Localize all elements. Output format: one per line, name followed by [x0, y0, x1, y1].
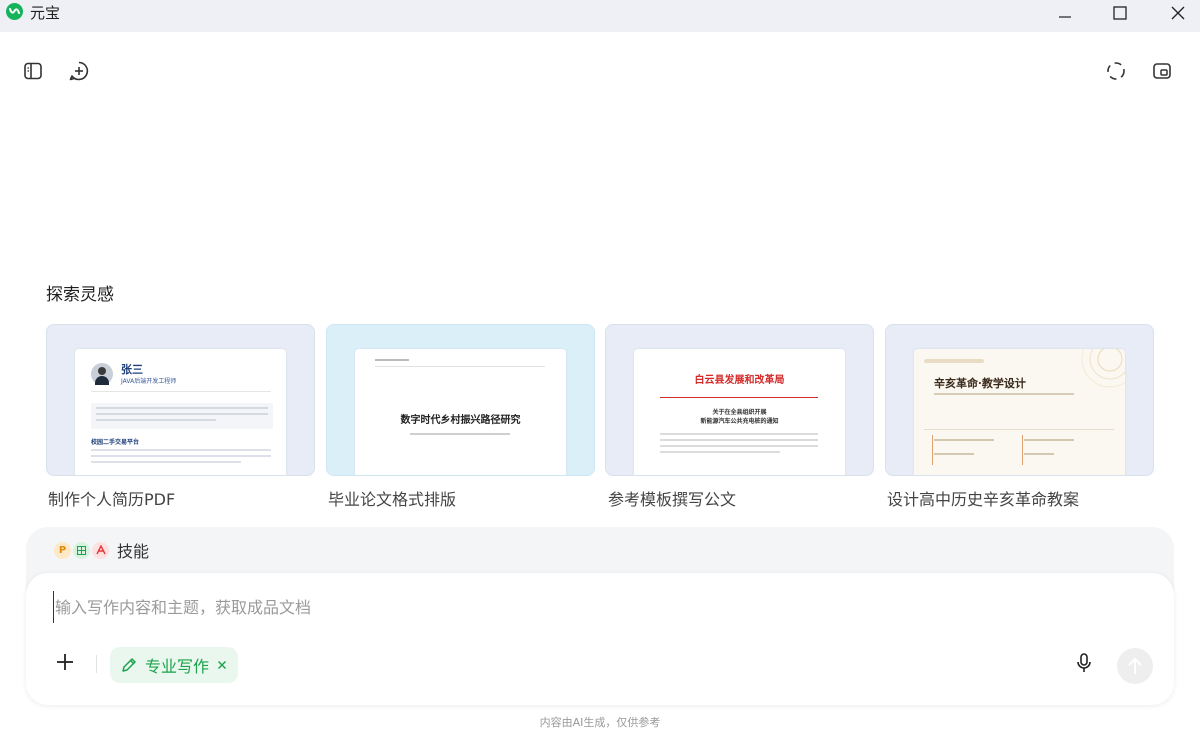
maximize-button[interactable] [1097, 0, 1143, 26]
card-resume[interactable]: 张三 JAVA后端开发工程师 校园二手交易平台 [46, 324, 315, 476]
sidebar-toggle-button[interactable] [19, 57, 47, 85]
new-chat-button[interactable] [65, 57, 93, 85]
skills-row[interactable]: P 技能 [54, 537, 149, 563]
thesis-preview: 数字时代乡村振兴路径研究 [355, 349, 566, 475]
card-lesson-plan[interactable]: 辛亥革命·教学设计 [885, 324, 1154, 476]
picture-in-picture-button[interactable] [1148, 57, 1176, 85]
close-button[interactable] [1155, 0, 1200, 26]
maximize-icon [1113, 6, 1127, 20]
sheet-skill-icon [73, 541, 90, 559]
card-official-doc[interactable]: 白云县发展和改革局 关于在全县组织开展 新能源汽车公共充电桩的通知 [605, 324, 874, 476]
divider [96, 655, 97, 673]
minimize-button[interactable] [1042, 0, 1088, 26]
card-lesson-plan-label[interactable]: 设计高中历史辛亥革命教案 [887, 486, 1079, 510]
close-icon [1171, 6, 1185, 20]
card-thesis-label[interactable]: 毕业论文格式排版 [328, 486, 456, 510]
card-official-doc-label[interactable]: 参考模板撰写公文 [608, 486, 736, 510]
chip-close-icon[interactable] [217, 660, 227, 670]
decorative-circles-icon [1081, 349, 1125, 388]
card-thesis[interactable]: 数字时代乡村振兴路径研究 [326, 324, 595, 476]
arrow-up-icon [1128, 658, 1142, 674]
official-doc-subject-1: 关于在全县组织开展 [712, 409, 767, 416]
screenshot-button[interactable] [1102, 57, 1130, 85]
resume-preview: 张三 JAVA后端开发工程师 校园二手交易平台 [75, 349, 286, 475]
picture-in-picture-icon [1153, 63, 1171, 79]
resume-role: JAVA后端开发工程师 [121, 378, 177, 385]
minimize-icon [1059, 16, 1071, 18]
skills-label: 技能 [117, 542, 150, 561]
thesis-title: 数字时代乡村振兴路径研究 [400, 415, 521, 426]
official-doc-subject-2: 新能源汽车公共充电桩的通知 [700, 418, 779, 425]
prompt-input[interactable] [53, 591, 1057, 623]
ai-disclaimer: 内容由AI生成，仅供参考 [539, 716, 661, 729]
pen-icon [122, 658, 136, 672]
add-attachment-button[interactable] [52, 649, 78, 675]
resume-name: 张三 [121, 363, 143, 376]
plus-icon [57, 654, 73, 670]
new-chat-icon [69, 61, 89, 81]
send-button[interactable] [1117, 648, 1153, 684]
resume-section: 校园二手交易平台 [91, 439, 140, 446]
main-area: 探索灵感 张三 JAVA后端开发工程师 校园二手交易平台 制作个人简历PDF 数… [0, 32, 1200, 737]
microphone-icon [1077, 653, 1091, 672]
voice-input-button[interactable] [1072, 651, 1096, 675]
official-doc-preview: 白云县发展和改革局 关于在全县组织开展 新能源汽车公共充电桩的通知 [634, 349, 845, 475]
pdf-skill-icon [92, 541, 109, 559]
sidebar-toggle-icon [24, 62, 42, 80]
ppt-skill-icon: P [54, 541, 71, 559]
writing-mode-chip[interactable]: 专业写作 [110, 647, 238, 683]
app-logo-icon [6, 3, 23, 20]
card-resume-label[interactable]: 制作个人简历PDF [48, 486, 175, 510]
official-doc-header: 白云县发展和改革局 [694, 375, 785, 386]
input-box: 专业写作 [26, 573, 1174, 705]
composer-panel: P 技能 专业写作 [26, 527, 1174, 705]
screenshot-icon [1107, 62, 1125, 80]
avatar [91, 363, 113, 385]
writing-mode-label: 专业写作 [145, 657, 210, 676]
inspiration-title: 探索灵感 [46, 285, 114, 305]
lesson-plan-preview: 辛亥革命·教学设计 [914, 349, 1125, 475]
lesson-plan-title: 辛亥革命·教学设计 [934, 377, 1026, 390]
title-bar: 元宝 [0, 0, 1200, 32]
app-title: 元宝 [30, 4, 61, 22]
